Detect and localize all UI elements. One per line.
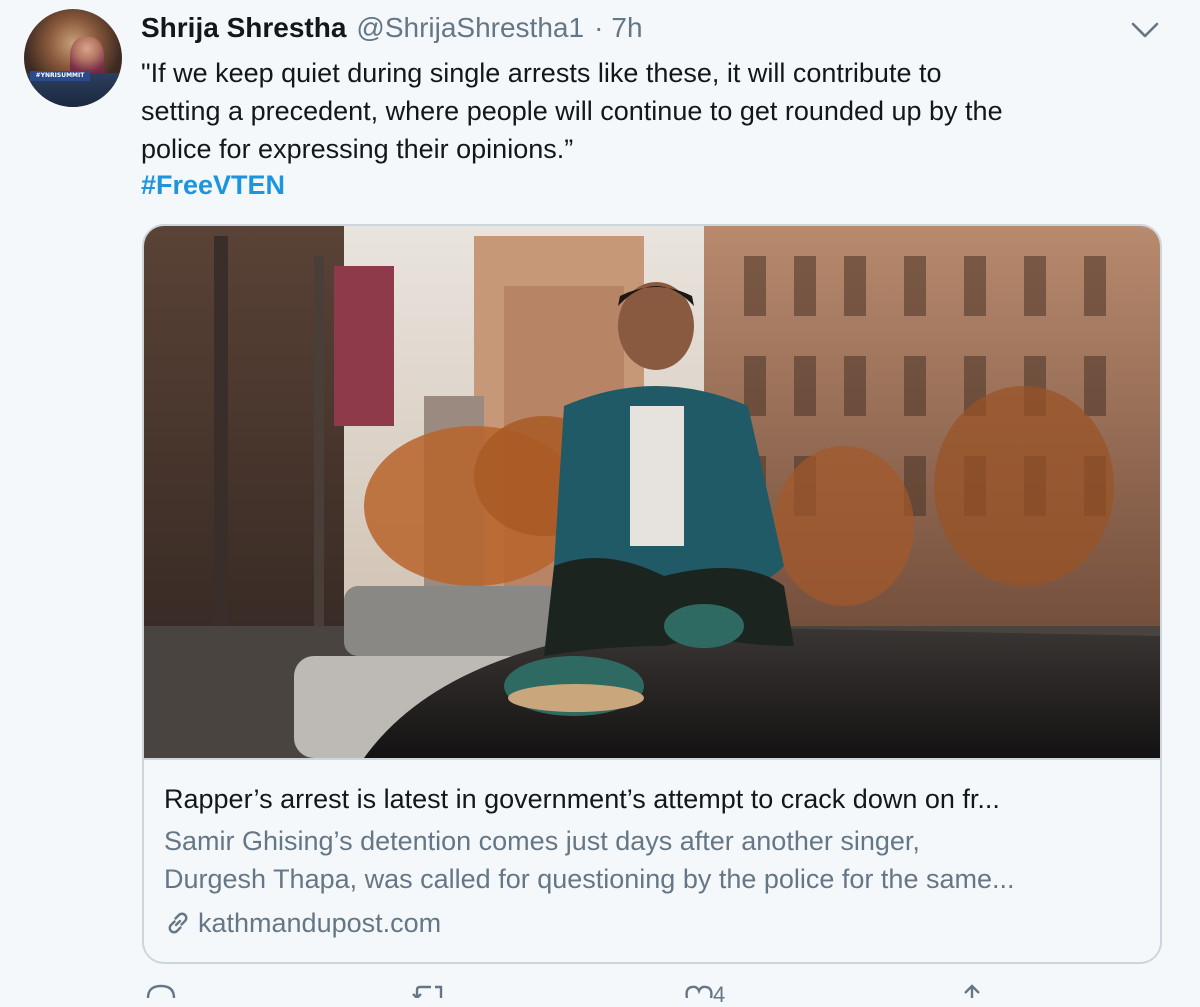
card-image [144,226,1160,760]
tweet-menu-button[interactable] [1128,18,1162,42]
link-icon [168,912,188,934]
retweet-button[interactable] [411,984,447,998]
tweet-header: Shrija Shrestha @ShrijaShrestha1 · 7h [141,12,643,48]
link-card[interactable]: Rapper’s arrest is latest in government’… [142,224,1162,964]
tweet-actions: 4 [141,984,1101,1006]
like-count: 4 [713,982,726,1007]
chevron-down-icon [1131,22,1159,38]
card-domain: kathmandupost.com [164,904,441,942]
card-title: Rapper’s arrest is latest in government’… [164,784,1000,814]
hashtag-link[interactable]: #FreeVTEN [141,166,285,204]
reply-button[interactable] [145,984,177,998]
tweet-timestamp[interactable]: 7h [611,12,642,44]
reply-icon [146,984,176,998]
share-button[interactable] [957,984,987,998]
like-icon [685,985,713,998]
avatar[interactable]: #YNRISUMMIT [24,9,122,107]
like-button[interactable]: 4 [683,984,725,1006]
author-name[interactable]: Shrija Shrestha [141,12,346,44]
header-separator: · [594,12,604,43]
tweet-text: "If we keep quiet during single arrests … [141,58,1003,164]
card-domain-text: kathmandupost.com [198,908,442,938]
card-description-line: Samir Ghising’s detention comes just day… [164,826,920,856]
retweet-icon [412,985,443,998]
card-description: Samir Ghising’s detention comes just day… [164,822,1144,898]
author-handle[interactable]: @ShrijaShrestha1 [356,12,584,44]
avatar-banner: #YNRISUMMIT [30,71,90,81]
tweet[interactable]: #YNRISUMMIT Shrija Shrestha @ShrijaShres… [0,0,1200,1006]
share-icon [964,984,980,998]
card-description-line: Durgesh Thapa, was called for questionin… [164,864,1015,894]
card-photo [144,226,1160,758]
